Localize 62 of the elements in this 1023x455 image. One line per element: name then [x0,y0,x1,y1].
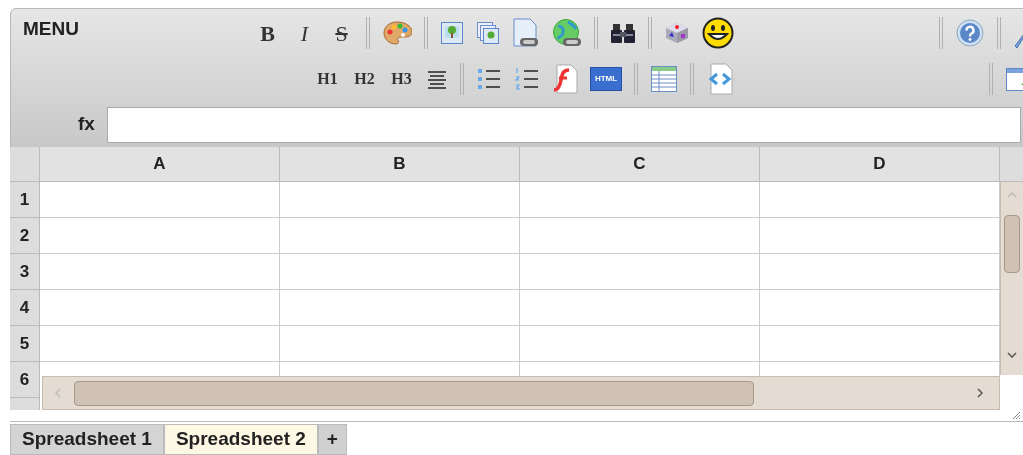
cube-icon[interactable] [664,21,690,45]
table-cell[interactable] [40,290,280,326]
strikethrough-button[interactable]: S [323,16,360,50]
table-cell[interactable] [40,182,280,218]
table-cell[interactable] [280,182,520,218]
scroll-up-icon[interactable] [1007,192,1017,198]
table-cell[interactable] [40,326,280,362]
picture-icon[interactable] [440,21,464,45]
column-header[interactable]: C [520,147,760,182]
italic-button[interactable]: I [286,16,323,50]
table-cell[interactable] [40,254,280,290]
numbered-list-icon[interactable] [514,67,540,91]
horizontal-scrollbar[interactable] [42,376,1000,410]
palette-icon[interactable] [382,20,412,46]
table-icon[interactable] [650,65,678,93]
heading-button[interactable]: H2 [346,62,383,96]
row-header[interactable]: 4 [10,290,40,326]
table-cell[interactable] [280,254,520,290]
column-header[interactable]: D [760,147,1000,182]
table-cell[interactable] [520,290,760,326]
column-header[interactable]: B [280,147,520,182]
table-cell[interactable] [520,326,760,362]
document-link-icon[interactable] [512,18,540,48]
resize-grip-icon[interactable] [1012,411,1021,420]
table-cell[interactable] [520,254,760,290]
heading-button[interactable]: H3 [383,62,420,96]
heading-button[interactable]: H1 [309,62,346,96]
help-icon[interactable] [955,18,985,48]
globe-link-icon[interactable] [552,18,582,48]
html-button[interactable]: HTML [590,67,622,91]
table-cell[interactable] [520,182,760,218]
center-align-icon[interactable] [426,69,448,89]
scroll-down-icon[interactable] [1007,352,1017,358]
formula-label: fx [78,112,95,136]
table-cell[interactable] [280,290,520,326]
bulleted-list-icon[interactable] [476,67,502,91]
smiley-icon[interactable] [702,17,734,49]
flash-document-icon[interactable] [552,64,578,94]
bold-button[interactable]: B [249,16,286,50]
horizontal-scroll-thumb[interactable] [74,381,754,406]
table-cell[interactable] [280,218,520,254]
sheet-tab[interactable]: Spreadsheet 2 [163,424,318,455]
binoculars-icon[interactable] [610,22,636,44]
formula-input[interactable] [107,107,1021,143]
scroll-right-icon[interactable] [977,388,983,398]
vertical-scroll-thumb[interactable] [1004,215,1020,273]
row-header[interactable]: 3 [10,254,40,290]
add-sheet-button[interactable]: + [317,424,347,455]
table-cell[interactable] [40,218,280,254]
column-header[interactable]: A [40,147,280,182]
stacked-pictures-icon[interactable] [476,21,500,45]
menu-label[interactable]: MENU [23,15,79,44]
code-document-icon[interactable] [706,63,734,95]
row-header[interactable]: 1 [10,182,40,218]
sheet-tab[interactable]: Spreadsheet 1 [10,424,164,455]
row-header[interactable]: 6 [10,362,40,398]
row-header[interactable]: 2 [10,218,40,254]
scroll-left-icon[interactable] [55,388,61,398]
table-cell[interactable] [520,218,760,254]
table-cell[interactable] [280,326,520,362]
vertical-scrollbar[interactable] [1000,182,1023,375]
row-header[interactable]: 5 [10,326,40,362]
